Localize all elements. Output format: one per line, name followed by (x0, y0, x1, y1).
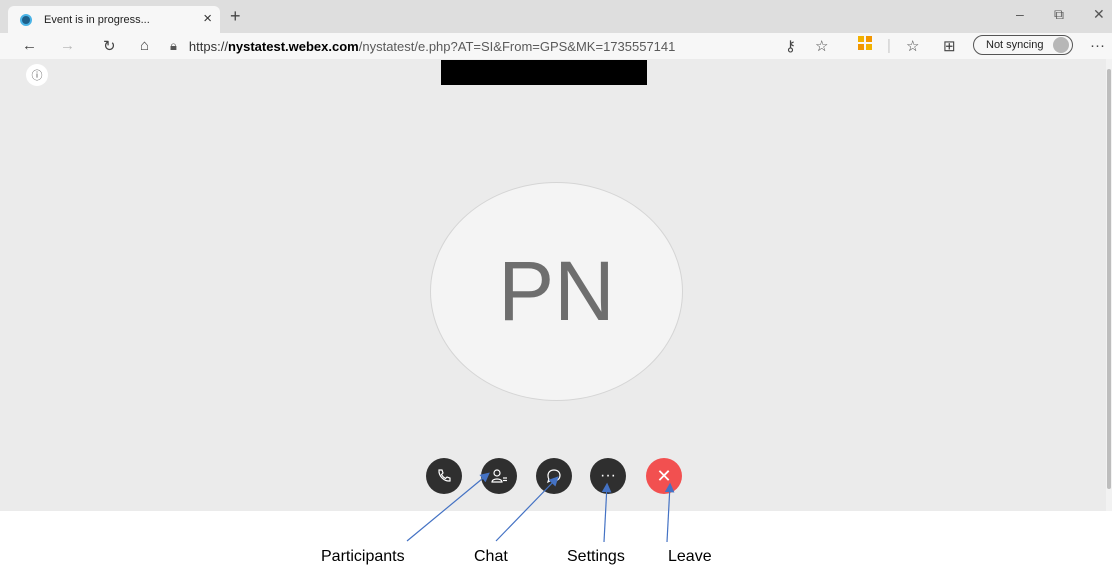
arrow-chat (495, 476, 559, 542)
annotation-arrows (406, 472, 675, 543)
arrow-participants (406, 472, 490, 542)
arrow-leave (664, 482, 675, 543)
participants-annotation: Participants (321, 548, 405, 565)
leave-annotation: Leave (668, 548, 712, 565)
arrow-settings (601, 482, 612, 543)
settings-annotation: Settings (567, 548, 625, 565)
chat-annotation: Chat (474, 548, 508, 565)
